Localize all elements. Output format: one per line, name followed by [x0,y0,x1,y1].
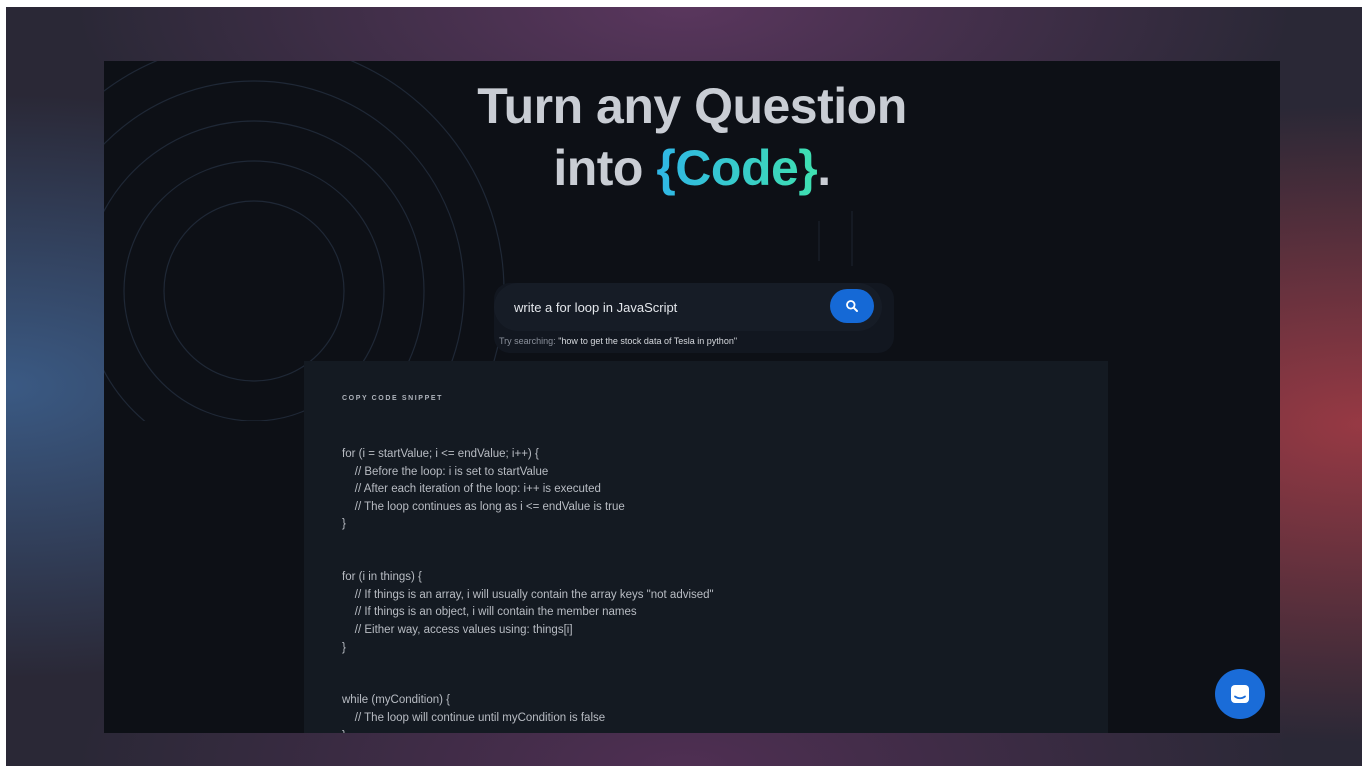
search-suggestion-label: Try searching: [499,336,559,346]
hero-line-1: Turn any Question [477,78,907,134]
search-suggestion: Try searching: "how to get the stock dat… [499,336,737,346]
search-button[interactable] [830,289,874,323]
search-box [494,283,882,331]
background-frame: Turn any Question into {Code}. Try searc… [6,7,1362,766]
app-screen: Turn any Question into {Code}. Try searc… [104,61,1280,733]
hero-line-2-prefix: into [553,140,657,196]
search-icon [846,300,858,312]
chat-widget-button[interactable] [1215,669,1265,719]
chat-icon [1231,685,1249,703]
copy-code-snippet-button[interactable]: COPY CODE SNIPPET [342,395,443,402]
search-suggestion-query[interactable]: "how to get the stock data of Tesla in p… [558,336,737,346]
search-container: Try searching: "how to get the stock dat… [494,283,894,353]
search-input[interactable] [512,295,826,319]
hero-code-accent: {Code} [656,140,818,196]
code-snippet-panel: COPY CODE SNIPPET for (i = startValue; i… [304,361,1108,733]
code-snippet-text: for (i = startValue; i <= endValue; i++)… [342,448,714,733]
hero-heading: Turn any Question into {Code}. [104,75,1280,199]
hero-line-2-suffix: . [817,140,831,196]
hero-line-2: into {Code}. [104,137,1280,199]
